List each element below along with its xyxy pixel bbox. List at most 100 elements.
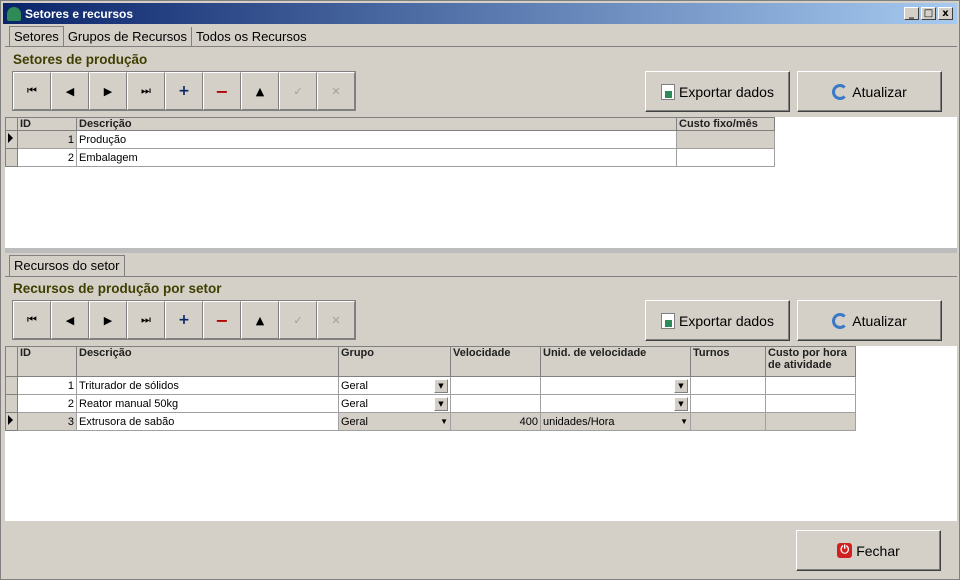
chevron-down-icon[interactable]: ▼ bbox=[674, 378, 688, 393]
export-icon bbox=[661, 312, 676, 329]
col-custo-hora[interactable]: Custo por hora de atividade bbox=[765, 346, 856, 377]
table-row[interactable]: 1 Produção bbox=[5, 130, 775, 149]
recursos-export-button[interactable]: Exportar dados bbox=[645, 300, 790, 341]
cell-custo[interactable] bbox=[676, 148, 775, 167]
tab-recursos-do-setor[interactable]: Recursos do setor bbox=[9, 255, 125, 276]
insert-button[interactable]: + bbox=[165, 72, 203, 110]
tab-grupos-de-recursos[interactable]: Grupos de Recursos bbox=[64, 27, 193, 47]
first-button[interactable]: ⏮ bbox=[13, 301, 51, 339]
minimize-button[interactable]: _ bbox=[904, 7, 919, 20]
cell-grupo[interactable]: Geral ▼ bbox=[338, 394, 451, 413]
col-velocidade[interactable]: Velocidade bbox=[450, 346, 541, 377]
insert-icon: + bbox=[178, 312, 190, 328]
chevron-down-icon[interactable]: ▼ bbox=[434, 396, 448, 411]
cell-id[interactable]: 1 bbox=[17, 376, 77, 395]
cell-turnos[interactable] bbox=[690, 412, 766, 431]
cell-unid-velocidade[interactable]: ▼ bbox=[540, 376, 691, 395]
chevron-down-icon[interactable]: ▼ bbox=[440, 417, 448, 426]
cell-velocidade[interactable] bbox=[450, 376, 541, 395]
edit-icon: ▲ bbox=[255, 313, 265, 327]
delete-icon: − bbox=[215, 81, 229, 101]
tab-todos-os-recursos[interactable]: Todos os Recursos bbox=[192, 27, 311, 47]
next-button[interactable]: ▶ bbox=[89, 72, 127, 110]
chevron-down-icon[interactable]: ▼ bbox=[674, 396, 688, 411]
close-window-button[interactable]: x bbox=[938, 7, 953, 20]
delete-button[interactable]: − bbox=[203, 301, 241, 339]
cell-custo-hora[interactable] bbox=[765, 394, 856, 413]
recursos-grid: ID Descrição Grupo Velocidade Unid. de v… bbox=[5, 346, 957, 521]
col-unid-velocidade[interactable]: Unid. de velocidade bbox=[540, 346, 691, 377]
col-id[interactable]: ID bbox=[17, 117, 77, 131]
cell-id[interactable]: 2 bbox=[17, 394, 77, 413]
delete-button[interactable]: − bbox=[203, 72, 241, 110]
col-id[interactable]: ID bbox=[17, 346, 77, 377]
insert-button[interactable]: + bbox=[165, 301, 203, 339]
cell-velocidade[interactable] bbox=[450, 394, 541, 413]
table-row[interactable]: 2 Reator manual 50kg Geral ▼ ▼ bbox=[5, 394, 856, 413]
indicator-header bbox=[5, 117, 18, 131]
cancel-button[interactable]: ✕ bbox=[317, 72, 355, 110]
cell-id[interactable]: 2 bbox=[17, 148, 77, 167]
splitter[interactable] bbox=[5, 248, 957, 253]
table-row[interactable]: 2 Embalagem bbox=[5, 148, 775, 167]
power-icon: ⏻ bbox=[837, 543, 853, 558]
first-icon: ⏮ bbox=[27, 313, 37, 326]
cell-custo-hora[interactable] bbox=[765, 376, 856, 395]
prior-icon: ◀ bbox=[65, 84, 75, 98]
export-label: Exportar dados bbox=[679, 312, 774, 329]
setores-refresh-button[interactable]: Atualizar bbox=[797, 71, 942, 112]
cell-grupo[interactable]: Geral ▼ bbox=[338, 412, 451, 431]
recursos-refresh-button[interactable]: Atualizar bbox=[797, 300, 942, 341]
cell-custo-hora[interactable] bbox=[765, 412, 856, 431]
col-custo-fixo[interactable]: Custo fixo/mês bbox=[676, 117, 775, 131]
top-tabs: Setores Grupos de Recursos Todos os Recu… bbox=[9, 26, 311, 47]
next-icon: ▶ bbox=[103, 84, 113, 98]
cell-descricao[interactable]: Embalagem bbox=[76, 148, 677, 167]
cell-id[interactable]: 1 bbox=[17, 130, 77, 149]
cell-velocidade[interactable]: 400 bbox=[450, 412, 541, 431]
col-descricao[interactable]: Descrição bbox=[76, 117, 677, 131]
table-row[interactable]: 1 Triturador de sólidos Geral ▼ ▼ bbox=[5, 376, 856, 395]
current-row-arrow-icon bbox=[8, 415, 13, 425]
col-turnos[interactable]: Turnos bbox=[690, 346, 766, 377]
chevron-down-icon[interactable]: ▼ bbox=[680, 417, 688, 426]
setores-export-button[interactable]: Exportar dados bbox=[645, 71, 790, 112]
cell-custo[interactable] bbox=[676, 130, 775, 149]
row-indicator bbox=[5, 394, 18, 413]
chevron-down-icon[interactable]: ▼ bbox=[434, 378, 448, 393]
maximize-button[interactable]: □ bbox=[921, 7, 936, 20]
app-icon bbox=[7, 6, 21, 21]
cell-id[interactable]: 3 bbox=[17, 412, 77, 431]
col-descricao[interactable]: Descrição bbox=[76, 346, 339, 377]
close-button[interactable]: ⏻ Fechar bbox=[796, 530, 941, 571]
cell-turnos[interactable] bbox=[690, 394, 766, 413]
cell-descricao[interactable]: Triturador de sólidos bbox=[76, 376, 339, 395]
cell-unid-velocidade[interactable]: ▼ bbox=[540, 394, 691, 413]
prior-button[interactable]: ◀ bbox=[51, 301, 89, 339]
post-icon: ✓ bbox=[293, 84, 303, 98]
table-row[interactable]: 3 Extrusora de sabão Geral ▼ 400 unidades… bbox=[5, 412, 856, 431]
cancel-icon: ✕ bbox=[331, 84, 341, 98]
first-button[interactable]: ⏮ bbox=[13, 72, 51, 110]
export-label: Exportar dados bbox=[679, 83, 774, 100]
cancel-button[interactable]: ✕ bbox=[317, 301, 355, 339]
post-button[interactable]: ✓ bbox=[279, 72, 317, 110]
refresh-icon bbox=[832, 83, 849, 100]
cell-descricao[interactable]: Extrusora de sabão bbox=[76, 412, 339, 431]
next-button[interactable]: ▶ bbox=[89, 301, 127, 339]
close-label: Fechar bbox=[856, 542, 900, 559]
cell-turnos[interactable] bbox=[690, 376, 766, 395]
row-indicator bbox=[5, 130, 18, 149]
edit-button[interactable]: ▲ bbox=[241, 72, 279, 110]
cell-descricao[interactable]: Reator manual 50kg bbox=[76, 394, 339, 413]
prior-button[interactable]: ◀ bbox=[51, 72, 89, 110]
cell-descricao[interactable]: Produção bbox=[76, 130, 677, 149]
cell-unid-velocidade[interactable]: unidades/Hora ▼ bbox=[540, 412, 691, 431]
col-grupo[interactable]: Grupo bbox=[338, 346, 451, 377]
post-button[interactable]: ✓ bbox=[279, 301, 317, 339]
edit-button[interactable]: ▲ bbox=[241, 301, 279, 339]
last-button[interactable]: ⏭ bbox=[127, 72, 165, 110]
last-button[interactable]: ⏭ bbox=[127, 301, 165, 339]
cell-grupo[interactable]: Geral ▼ bbox=[338, 376, 451, 395]
tab-setores[interactable]: Setores bbox=[9, 26, 64, 47]
